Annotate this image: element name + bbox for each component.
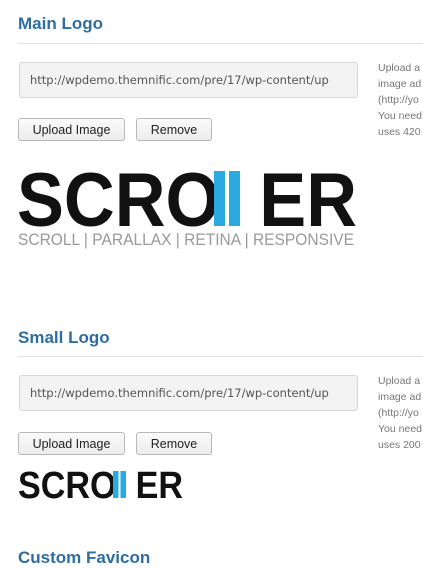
small-logo-help-line: You need	[378, 423, 422, 435]
small-logo-help-line: image ad	[378, 391, 422, 403]
small-logo-divider	[18, 356, 423, 357]
small-logo-url-input[interactable]	[19, 375, 358, 411]
small-logo-help-text: Upload a image ad (http://yo You need us…	[378, 373, 423, 453]
main-logo-help-line: image ad	[378, 78, 422, 90]
main-logo-help-line: (http://yo	[378, 94, 419, 106]
small-logo-accent-bar	[113, 471, 119, 498]
main-logo-help-text: Upload a image ad (http://yo You need us…	[378, 60, 423, 140]
main-logo-help-line: You need	[378, 110, 422, 122]
main-logo-url-input[interactable]	[19, 62, 358, 98]
main-logo-remove-button[interactable]: Remove	[136, 118, 212, 141]
custom-favicon-title: Custom Favicon	[18, 548, 151, 567]
main-logo-help-line: Upload a	[378, 62, 421, 74]
main-logo-accent-bar	[229, 171, 240, 226]
small-logo-preview-image: SCRO ER	[18, 465, 183, 503]
main-logo-tagline: SCROLL | PARALLAX | RETINA | RESPONSIVE	[18, 230, 354, 249]
main-logo-title: Main Logo	[18, 14, 103, 33]
small-logo-help-line: Upload a	[378, 375, 421, 387]
main-logo-help-line: uses 420	[378, 126, 421, 138]
main-logo-divider	[18, 43, 423, 44]
small-logo-accent-bar	[120, 471, 126, 498]
small-logo-title: Small Logo	[18, 328, 110, 347]
main-logo-upload-button[interactable]: Upload Image	[18, 118, 125, 141]
small-logo-wordmark: SCRO ER	[18, 465, 183, 503]
small-logo-help-line: (http://yo	[378, 407, 419, 419]
small-logo-help-line: uses 200	[378, 439, 421, 451]
small-logo-upload-button[interactable]: Upload Image	[18, 432, 125, 455]
small-logo-remove-button[interactable]: Remove	[136, 432, 212, 455]
main-logo-accent-bar	[214, 171, 225, 226]
main-logo-preview-image: SCRO ER SCROLL | PARALLAX | RETINA | RES…	[17, 160, 357, 249]
